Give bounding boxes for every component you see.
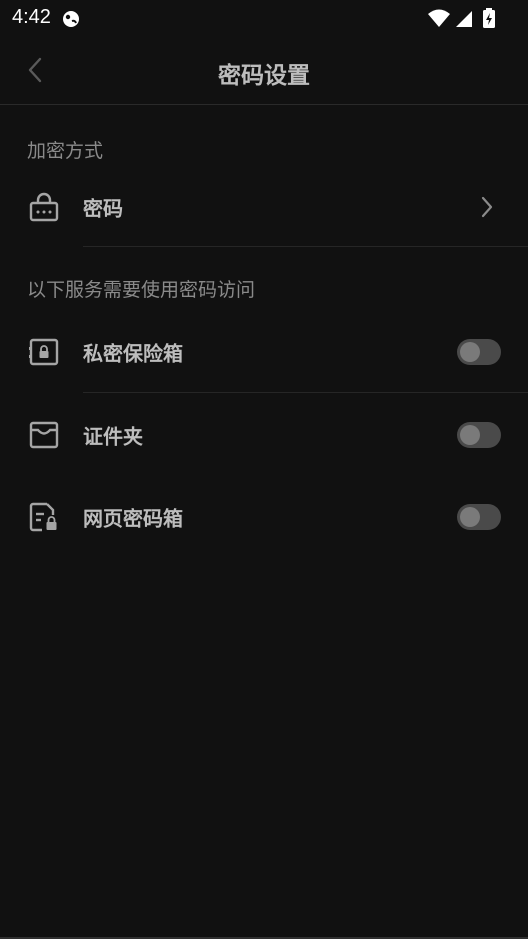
notification-app-icon: [60, 8, 82, 28]
divider: [83, 246, 528, 247]
battery-icon: [483, 8, 495, 28]
status-time: 4:42: [12, 6, 51, 28]
card-holder-toggle[interactable]: [457, 422, 501, 448]
safe-icon: [28, 336, 60, 368]
service-label: 证件夹: [83, 424, 143, 449]
service-label: 网页密码箱: [83, 506, 183, 531]
wifi-icon: [428, 9, 450, 27]
service-label: 私密保险箱: [83, 341, 183, 366]
toggle-knob: [460, 425, 480, 445]
signal-icon: [456, 11, 472, 27]
page-title: 密码设置: [218, 63, 310, 89]
divider: [83, 392, 528, 393]
status-bar: 4:42: [0, 0, 528, 36]
section-header-services: 以下服务需要使用密码访问: [27, 279, 256, 301]
header: 密码设置: [0, 36, 528, 105]
status-indicators: [426, 6, 516, 30]
toggle-knob: [460, 507, 480, 527]
password-method-label: 密码: [83, 196, 123, 221]
lock-keypad-icon: [28, 191, 60, 223]
card-holder-icon: [28, 419, 60, 451]
service-row-card-holder: 证件夹: [0, 396, 528, 474]
chevron-right-icon: [480, 195, 494, 219]
password-method-row[interactable]: 密码: [0, 168, 528, 246]
section-header-encryption: 加密方式: [27, 140, 104, 162]
private-safe-toggle[interactable]: [457, 339, 501, 365]
web-password-toggle[interactable]: [457, 504, 501, 530]
service-row-web-password: 网页密码箱: [0, 478, 528, 556]
toggle-knob: [460, 342, 480, 362]
web-password-icon: [28, 501, 60, 533]
service-row-private-safe: 私密保险箱: [0, 313, 528, 391]
